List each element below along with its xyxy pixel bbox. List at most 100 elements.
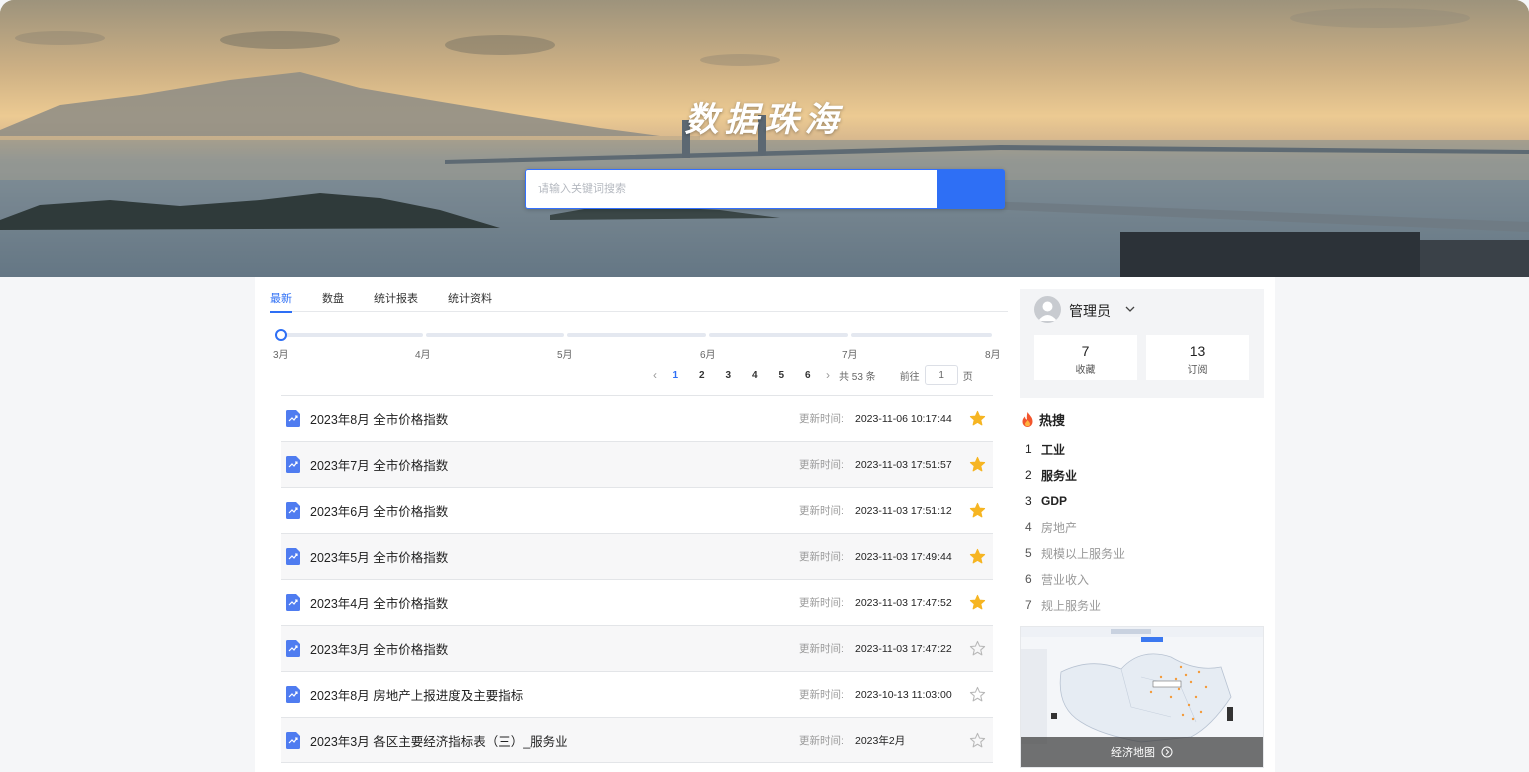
timeline-segment[interactable] xyxy=(426,333,564,337)
tab-statistical-reports[interactable]: 统计报表 xyxy=(374,293,418,312)
timeline-label[interactable]: 4月 xyxy=(415,346,431,361)
chart-document-icon xyxy=(286,548,300,565)
updated-time: 2023-11-03 17:47:22 xyxy=(855,642,952,655)
timeline-label[interactable]: 5月 xyxy=(557,346,573,361)
hot-search-rank: 5 xyxy=(1025,546,1032,560)
page-number[interactable]: 1 xyxy=(662,370,689,381)
star-filled-icon[interactable] xyxy=(969,502,986,519)
list-item[interactable]: 2023年3月 全市价格指数 更新时间: 2023-11-03 17:47:22 xyxy=(281,625,993,671)
favorites-stat[interactable]: 7 收藏 xyxy=(1034,335,1137,380)
user-name[interactable]: 管理员 xyxy=(1069,301,1111,321)
page-suffix: 页 xyxy=(962,371,973,383)
hot-search-keyword[interactable]: 规上服务业 xyxy=(1041,597,1101,614)
updated-label: 更新时间: xyxy=(799,597,844,609)
chevron-down-icon[interactable] xyxy=(1124,303,1136,315)
star-outline-icon[interactable] xyxy=(969,640,986,657)
chart-document-icon xyxy=(286,594,300,611)
updated-time: 2023-10-13 11:03:00 xyxy=(855,688,952,701)
chart-document-icon xyxy=(286,456,300,473)
hot-search-rank: 7 xyxy=(1025,598,1032,612)
arrow-right-circle-icon xyxy=(1161,746,1173,758)
month-timeline: 3月 4月 5月 6月 7月 8月 xyxy=(273,329,1003,361)
hot-search-list: 1 工业 2 服务业 3 GDP 4 房地产 5 规模以上服务业 6 营业收入 7 规上服务业 xyxy=(1025,436,1255,618)
timeline-label[interactable]: 3月 xyxy=(273,346,289,361)
list-item[interactable]: 2023年3月 各区主要经济指标表（三）_服务业 更新时间: 2023年2月 xyxy=(281,717,993,763)
updated-time: 2023-11-03 17:47:52 xyxy=(855,596,952,609)
list-item[interactable]: 2023年4月 全市价格指数 更新时间: 2023-11-03 17:47:52 xyxy=(281,579,993,625)
star-filled-icon[interactable] xyxy=(969,410,986,427)
page-number[interactable]: 4 xyxy=(742,370,769,381)
updated-time: 2023-11-06 10:17:44 xyxy=(855,412,952,425)
list-item[interactable]: 2023年7月 全市价格指数 更新时间: 2023-11-03 17:51:57 xyxy=(281,441,993,487)
chevron-left-icon[interactable]: ‹ xyxy=(648,368,662,382)
hot-search-keyword[interactable]: GDP xyxy=(1041,494,1067,508)
hot-search-header: 热搜 xyxy=(1020,410,1065,429)
hot-search-item[interactable]: 5 规模以上服务业 xyxy=(1025,540,1255,566)
page-number[interactable]: 6 xyxy=(795,370,822,381)
timeline-segment[interactable] xyxy=(709,333,848,337)
hot-search-item[interactable]: 6 营业收入 xyxy=(1025,566,1255,592)
hot-search-item[interactable]: 2 服务业 xyxy=(1025,462,1255,488)
hot-search-keyword[interactable]: 营业收入 xyxy=(1041,571,1089,588)
list-item[interactable]: 2023年8月 房地产上报进度及主要指标 更新时间: 2023-10-13 11:0… xyxy=(281,671,993,717)
timeline-label[interactable]: 6月 xyxy=(700,346,716,361)
updated-label: 更新时间: xyxy=(799,459,844,471)
star-filled-icon[interactable] xyxy=(969,456,986,473)
updated-label: 更新时间: xyxy=(799,643,844,655)
list-item[interactable]: 2023年6月 全市价格指数 更新时间: 2023-11-03 17:51:12 xyxy=(281,487,993,533)
search-input[interactable] xyxy=(525,169,937,209)
star-filled-icon[interactable] xyxy=(969,548,986,565)
list-item[interactable]: 2023年8月 全市价格指数 更新时间: 2023-11-06 10:17:44 xyxy=(281,395,993,441)
timeline-label[interactable]: 7月 xyxy=(842,346,858,361)
updated-time: 2023-11-03 17:51:12 xyxy=(855,504,952,517)
timeline-segment[interactable] xyxy=(851,333,992,337)
page-number[interactable]: 3 xyxy=(715,370,742,381)
hot-search-title: 热搜 xyxy=(1039,413,1066,428)
hot-search-item[interactable]: 1 工业 xyxy=(1025,436,1255,462)
map-card-caption: 经济地图 xyxy=(1021,737,1263,767)
list-item[interactable]: 2023年5月 全市价格指数 更新时间: 2023-11-03 17:49:44 xyxy=(281,533,993,579)
hot-search-item[interactable]: 7 规上服务业 xyxy=(1025,592,1255,618)
hot-search-keyword[interactable]: 工业 xyxy=(1041,441,1065,458)
hot-search-rank: 2 xyxy=(1025,468,1032,482)
search-button[interactable] xyxy=(526,169,1005,209)
subscriptions-label: 订阅 xyxy=(1187,365,1208,376)
hero-banner: 数据珠海 xyxy=(0,0,1529,277)
pagination: ‹ 1 2 3 4 5 6 › 共 53 条 前往 页 xyxy=(648,365,1003,385)
fire-icon xyxy=(1022,412,1033,427)
hot-search-keyword[interactable]: 服务业 xyxy=(1041,467,1077,484)
chart-document-icon xyxy=(286,502,300,519)
page-number[interactable]: 2 xyxy=(689,370,716,381)
tab-statistical-materials[interactable]: 统计资料 xyxy=(448,293,492,312)
hot-search-item[interactable]: 3 GDP xyxy=(1025,488,1255,514)
goto-label: 前往 xyxy=(899,371,920,383)
timeline-label[interactable]: 8月 xyxy=(985,346,1001,361)
star-filled-icon[interactable] xyxy=(969,594,986,611)
updated-label: 更新时间: xyxy=(799,505,844,517)
chevron-right-icon[interactable]: › xyxy=(821,368,835,382)
page-number[interactable]: 5 xyxy=(768,370,795,381)
hot-search-keyword[interactable]: 规模以上服务业 xyxy=(1041,545,1125,562)
user-profile-card: 管理员 7 收藏 13 订阅 xyxy=(1020,289,1264,398)
search-icon xyxy=(526,170,544,188)
hot-search-rank: 4 xyxy=(1025,520,1032,534)
timeline-segment[interactable] xyxy=(567,333,706,337)
favorites-label: 收藏 xyxy=(1075,365,1096,376)
tab-latest[interactable]: 最新 xyxy=(270,293,292,313)
economic-map-card[interactable]: 经济地图 xyxy=(1020,626,1264,768)
favorites-count: 7 xyxy=(1081,343,1090,359)
hot-search-keyword[interactable]: 房地产 xyxy=(1041,519,1077,536)
tab-dashboard[interactable]: 数盘 xyxy=(322,293,344,312)
goto-page-input[interactable] xyxy=(924,365,958,385)
updated-label: 更新时间: xyxy=(799,413,844,425)
avatar[interactable] xyxy=(1034,296,1061,323)
star-outline-icon[interactable] xyxy=(969,686,986,703)
hot-search-item[interactable]: 4 房地产 xyxy=(1025,514,1255,540)
hero-title: 数据珠海 xyxy=(684,100,845,140)
timeline-segment[interactable] xyxy=(281,333,423,337)
subscriptions-stat[interactable]: 13 订阅 xyxy=(1146,335,1249,380)
star-outline-icon[interactable] xyxy=(969,732,986,749)
timeline-handle[interactable] xyxy=(275,329,287,341)
chart-document-icon xyxy=(286,640,300,657)
hot-search-rank: 1 xyxy=(1025,442,1032,456)
